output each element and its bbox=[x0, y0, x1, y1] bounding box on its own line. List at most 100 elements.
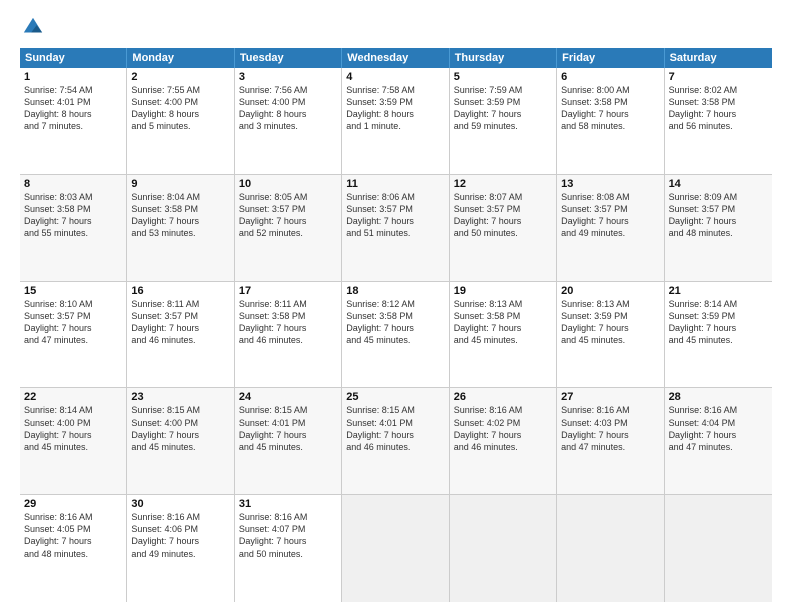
day-number: 11 bbox=[346, 178, 444, 190]
day-cell: 18Sunrise: 8:12 AMSunset: 3:58 PMDayligh… bbox=[342, 282, 449, 388]
day-cell: 29Sunrise: 8:16 AMSunset: 4:05 PMDayligh… bbox=[20, 495, 127, 602]
day-number: 3 bbox=[239, 71, 337, 83]
day-number: 23 bbox=[131, 391, 229, 403]
day-number: 13 bbox=[561, 178, 659, 190]
day-cell: 26Sunrise: 8:16 AMSunset: 4:02 PMDayligh… bbox=[450, 388, 557, 494]
calendar: Sunday Monday Tuesday Wednesday Thursday… bbox=[20, 48, 772, 602]
day-number: 18 bbox=[346, 285, 444, 297]
week-3: 15Sunrise: 8:10 AMSunset: 3:57 PMDayligh… bbox=[20, 282, 772, 389]
day-info: Sunrise: 8:03 AMSunset: 3:58 PMDaylight:… bbox=[24, 191, 122, 240]
day-number: 1 bbox=[24, 71, 122, 83]
day-number: 31 bbox=[239, 498, 337, 510]
day-number: 10 bbox=[239, 178, 337, 190]
page: Sunday Monday Tuesday Wednesday Thursday… bbox=[0, 0, 792, 612]
day-cell: 6Sunrise: 8:00 AMSunset: 3:58 PMDaylight… bbox=[557, 68, 664, 174]
day-number: 6 bbox=[561, 71, 659, 83]
week-5: 29Sunrise: 8:16 AMSunset: 4:05 PMDayligh… bbox=[20, 495, 772, 602]
day-cell bbox=[557, 495, 664, 602]
day-info: Sunrise: 8:09 AMSunset: 3:57 PMDaylight:… bbox=[669, 191, 768, 240]
day-info: Sunrise: 8:02 AMSunset: 3:58 PMDaylight:… bbox=[669, 84, 768, 133]
day-info: Sunrise: 7:55 AMSunset: 4:00 PMDaylight:… bbox=[131, 84, 229, 133]
day-cell: 9Sunrise: 8:04 AMSunset: 3:58 PMDaylight… bbox=[127, 175, 234, 281]
day-cell: 10Sunrise: 8:05 AMSunset: 3:57 PMDayligh… bbox=[235, 175, 342, 281]
day-number: 2 bbox=[131, 71, 229, 83]
day-info: Sunrise: 8:05 AMSunset: 3:57 PMDaylight:… bbox=[239, 191, 337, 240]
day-info: Sunrise: 8:06 AMSunset: 3:57 PMDaylight:… bbox=[346, 191, 444, 240]
day-cell: 13Sunrise: 8:08 AMSunset: 3:57 PMDayligh… bbox=[557, 175, 664, 281]
header-thursday: Thursday bbox=[450, 48, 557, 68]
day-number: 9 bbox=[131, 178, 229, 190]
day-cell: 3Sunrise: 7:56 AMSunset: 4:00 PMDaylight… bbox=[235, 68, 342, 174]
day-cell: 22Sunrise: 8:14 AMSunset: 4:00 PMDayligh… bbox=[20, 388, 127, 494]
day-number: 21 bbox=[669, 285, 768, 297]
header-monday: Monday bbox=[127, 48, 234, 68]
day-cell: 2Sunrise: 7:55 AMSunset: 4:00 PMDaylight… bbox=[127, 68, 234, 174]
day-cell: 12Sunrise: 8:07 AMSunset: 3:57 PMDayligh… bbox=[450, 175, 557, 281]
day-number: 4 bbox=[346, 71, 444, 83]
day-cell: 30Sunrise: 8:16 AMSunset: 4:06 PMDayligh… bbox=[127, 495, 234, 602]
day-cell: 11Sunrise: 8:06 AMSunset: 3:57 PMDayligh… bbox=[342, 175, 449, 281]
day-cell: 8Sunrise: 8:03 AMSunset: 3:58 PMDaylight… bbox=[20, 175, 127, 281]
day-cell: 16Sunrise: 8:11 AMSunset: 3:57 PMDayligh… bbox=[127, 282, 234, 388]
header-tuesday: Tuesday bbox=[235, 48, 342, 68]
header-friday: Friday bbox=[557, 48, 664, 68]
day-cell bbox=[665, 495, 772, 602]
day-number: 17 bbox=[239, 285, 337, 297]
day-cell: 23Sunrise: 8:15 AMSunset: 4:00 PMDayligh… bbox=[127, 388, 234, 494]
day-info: Sunrise: 8:11 AMSunset: 3:57 PMDaylight:… bbox=[131, 298, 229, 347]
day-number: 15 bbox=[24, 285, 122, 297]
header-wednesday: Wednesday bbox=[342, 48, 449, 68]
header-saturday: Saturday bbox=[665, 48, 772, 68]
day-number: 14 bbox=[669, 178, 768, 190]
day-info: Sunrise: 8:07 AMSunset: 3:57 PMDaylight:… bbox=[454, 191, 552, 240]
day-number: 27 bbox=[561, 391, 659, 403]
day-info: Sunrise: 8:04 AMSunset: 3:58 PMDaylight:… bbox=[131, 191, 229, 240]
day-info: Sunrise: 8:16 AMSunset: 4:06 PMDaylight:… bbox=[131, 511, 229, 560]
week-1: 1Sunrise: 7:54 AMSunset: 4:01 PMDaylight… bbox=[20, 68, 772, 175]
day-number: 24 bbox=[239, 391, 337, 403]
day-cell: 1Sunrise: 7:54 AMSunset: 4:01 PMDaylight… bbox=[20, 68, 127, 174]
day-cell: 27Sunrise: 8:16 AMSunset: 4:03 PMDayligh… bbox=[557, 388, 664, 494]
day-number: 25 bbox=[346, 391, 444, 403]
day-cell: 5Sunrise: 7:59 AMSunset: 3:59 PMDaylight… bbox=[450, 68, 557, 174]
day-info: Sunrise: 8:14 AMSunset: 3:59 PMDaylight:… bbox=[669, 298, 768, 347]
logo bbox=[20, 16, 44, 38]
day-number: 7 bbox=[669, 71, 768, 83]
calendar-header: Sunday Monday Tuesday Wednesday Thursday… bbox=[20, 48, 772, 68]
day-info: Sunrise: 7:58 AMSunset: 3:59 PMDaylight:… bbox=[346, 84, 444, 133]
day-cell bbox=[342, 495, 449, 602]
day-number: 29 bbox=[24, 498, 122, 510]
day-info: Sunrise: 8:00 AMSunset: 3:58 PMDaylight:… bbox=[561, 84, 659, 133]
week-2: 8Sunrise: 8:03 AMSunset: 3:58 PMDaylight… bbox=[20, 175, 772, 282]
day-number: 12 bbox=[454, 178, 552, 190]
day-cell: 21Sunrise: 8:14 AMSunset: 3:59 PMDayligh… bbox=[665, 282, 772, 388]
day-cell: 28Sunrise: 8:16 AMSunset: 4:04 PMDayligh… bbox=[665, 388, 772, 494]
day-cell: 24Sunrise: 8:15 AMSunset: 4:01 PMDayligh… bbox=[235, 388, 342, 494]
day-info: Sunrise: 7:54 AMSunset: 4:01 PMDaylight:… bbox=[24, 84, 122, 133]
day-number: 22 bbox=[24, 391, 122, 403]
day-info: Sunrise: 8:10 AMSunset: 3:57 PMDaylight:… bbox=[24, 298, 122, 347]
day-number: 16 bbox=[131, 285, 229, 297]
day-info: Sunrise: 8:11 AMSunset: 3:58 PMDaylight:… bbox=[239, 298, 337, 347]
day-number: 26 bbox=[454, 391, 552, 403]
day-cell: 20Sunrise: 8:13 AMSunset: 3:59 PMDayligh… bbox=[557, 282, 664, 388]
day-info: Sunrise: 8:12 AMSunset: 3:58 PMDaylight:… bbox=[346, 298, 444, 347]
day-cell: 14Sunrise: 8:09 AMSunset: 3:57 PMDayligh… bbox=[665, 175, 772, 281]
day-cell bbox=[450, 495, 557, 602]
day-cell: 7Sunrise: 8:02 AMSunset: 3:58 PMDaylight… bbox=[665, 68, 772, 174]
day-info: Sunrise: 8:16 AMSunset: 4:07 PMDaylight:… bbox=[239, 511, 337, 560]
day-cell: 17Sunrise: 8:11 AMSunset: 3:58 PMDayligh… bbox=[235, 282, 342, 388]
day-cell: 19Sunrise: 8:13 AMSunset: 3:58 PMDayligh… bbox=[450, 282, 557, 388]
day-number: 30 bbox=[131, 498, 229, 510]
day-info: Sunrise: 8:14 AMSunset: 4:00 PMDaylight:… bbox=[24, 404, 122, 453]
day-info: Sunrise: 8:16 AMSunset: 4:04 PMDaylight:… bbox=[669, 404, 768, 453]
header-sunday: Sunday bbox=[20, 48, 127, 68]
header bbox=[20, 16, 772, 38]
day-number: 8 bbox=[24, 178, 122, 190]
day-cell: 15Sunrise: 8:10 AMSunset: 3:57 PMDayligh… bbox=[20, 282, 127, 388]
day-number: 20 bbox=[561, 285, 659, 297]
day-number: 28 bbox=[669, 391, 768, 403]
day-number: 19 bbox=[454, 285, 552, 297]
week-4: 22Sunrise: 8:14 AMSunset: 4:00 PMDayligh… bbox=[20, 388, 772, 495]
day-info: Sunrise: 8:15 AMSunset: 4:01 PMDaylight:… bbox=[239, 404, 337, 453]
